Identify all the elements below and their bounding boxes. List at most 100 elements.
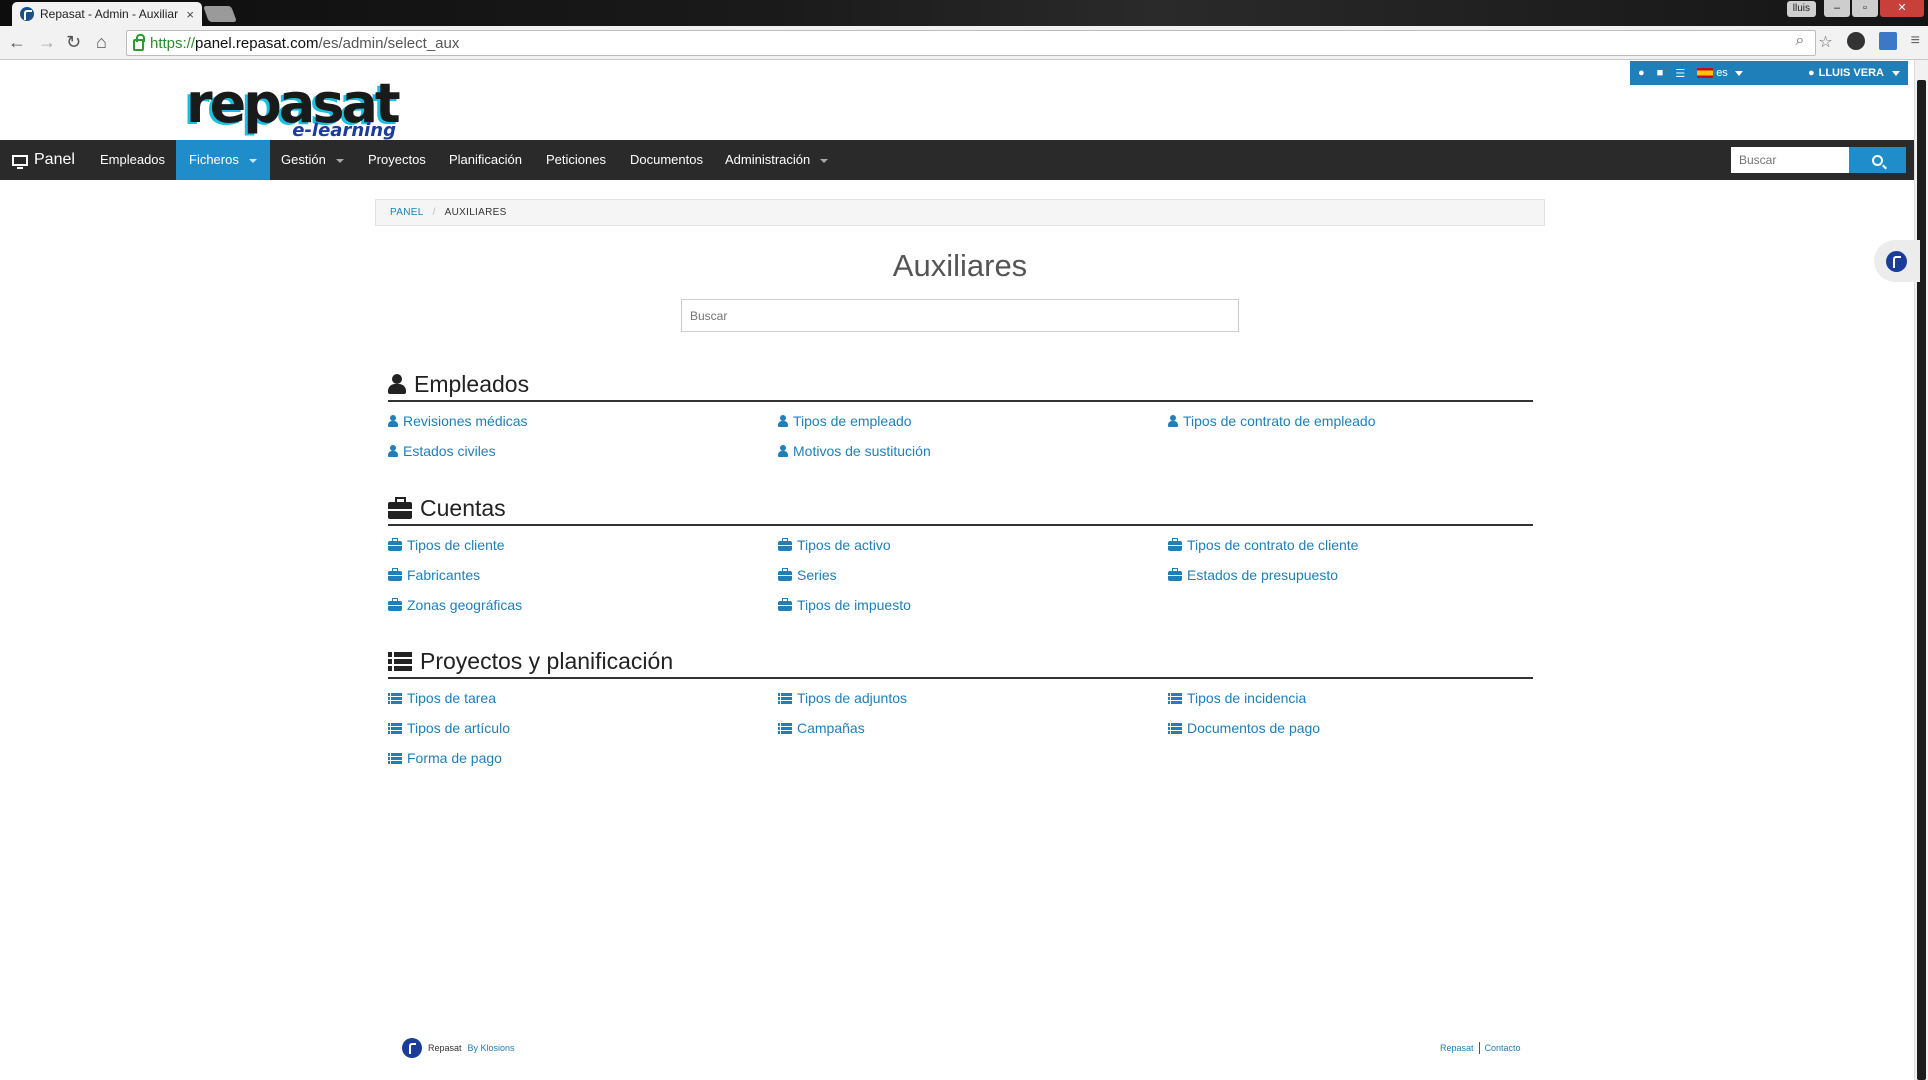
user-menu[interactable]: ● LLUIS VERA (1808, 67, 1900, 79)
tasks-icon (388, 651, 412, 671)
browser-profile-button[interactable]: lluis (1786, 1, 1816, 17)
aux-link[interactable]: Tipos de contrato de cliente (1168, 536, 1533, 554)
briefcase-icon (778, 538, 792, 551)
aux-link[interactable]: Forma de pago (388, 749, 778, 767)
breadcrumb: PANEL / AUXILIARES (375, 199, 1545, 226)
briefcase-icon[interactable]: ■ (1657, 67, 1664, 79)
page-title: Auxiliares (892, 248, 1028, 283)
filter-search-input[interactable] (681, 299, 1239, 332)
aux-link[interactable]: Estados civiles (388, 442, 778, 460)
aux-link[interactable]: Documentos de pago (1168, 719, 1533, 737)
nav-item-gestion[interactable]: Gestión (268, 140, 357, 180)
forward-arrow-icon[interactable]: → (38, 32, 56, 53)
close-window-icon[interactable]: ✕ (1880, 0, 1924, 17)
chevron-down-icon (248, 158, 257, 163)
scrollbar-thumb[interactable] (1917, 80, 1926, 1080)
tab-close-icon[interactable]: × (186, 7, 194, 22)
nav-item-administracion[interactable]: Administración (712, 140, 841, 180)
nav-search-input[interactable] (1731, 147, 1849, 173)
briefcase-icon (388, 598, 402, 611)
nav-item-documentos[interactable]: Documentos (617, 140, 716, 180)
footer-by-link[interactable]: By Klosions (468, 1043, 515, 1053)
aux-link[interactable]: Series (778, 566, 1168, 584)
nav-item-ficheros[interactable]: Ficheros (176, 140, 270, 180)
footer-link-contacto[interactable]: Contacto (1485, 1043, 1521, 1053)
user-icon (388, 374, 406, 394)
nav-item-empleados[interactable]: Empleados (87, 140, 178, 180)
browser-actions: ⌕ ☆ ≡ (1795, 32, 1920, 52)
bookmark-star-icon[interactable]: ☆ (1818, 32, 1832, 52)
footer-link-repasat[interactable]: Repasat (1440, 1043, 1474, 1053)
browser-titlebar: Repasat - Admin - Auxiliar × lluis – ▫ ✕ (0, 0, 1928, 26)
aux-link[interactable]: Tipos de incidencia (1168, 689, 1533, 707)
section-heading: Empleados (388, 370, 1533, 402)
chevron-down-icon (335, 158, 344, 163)
user-name: LLUIS VERA (1818, 67, 1884, 79)
language-selector[interactable]: es (1697, 67, 1743, 79)
section-proyectos-planificacion: Proyectos y planificación Tipos de tarea… (388, 647, 1533, 767)
search-icon (1872, 154, 1883, 166)
extension-icon[interactable] (1846, 32, 1865, 50)
tasks-icon (388, 722, 402, 734)
aux-link[interactable]: Tipos de tarea (388, 689, 778, 707)
reload-icon[interactable]: ↻ (66, 32, 81, 53)
spain-flag-icon (1697, 68, 1714, 78)
extension-blue-icon[interactable] (1878, 32, 1897, 50)
maximize-icon[interactable]: ▫ (1852, 0, 1878, 17)
address-bar[interactable]: https:// panel.repasat.com /es/admin/sel… (126, 30, 1816, 56)
menu-hamburger-icon[interactable]: ≡ (1911, 32, 1920, 52)
repasat-logo-icon (1886, 250, 1907, 272)
section-title: Cuentas (420, 494, 506, 521)
user-icon[interactable]: ● (1638, 67, 1645, 79)
window-controls: lluis – ▫ ✕ (1786, 0, 1924, 17)
aux-link[interactable]: Fabricantes (388, 566, 778, 584)
aux-link[interactable]: Campañas (778, 719, 1168, 737)
chevron-down-icon (820, 158, 829, 163)
section-heading: Cuentas (388, 494, 1533, 526)
section-title: Empleados (414, 370, 530, 397)
tasks-icon (778, 722, 792, 734)
chevron-down-icon (1892, 70, 1900, 76)
list-icon[interactable]: ☰ (1675, 67, 1685, 80)
aux-link[interactable]: Revisiones médicas (388, 412, 778, 430)
logo-tagline: e-learning (292, 120, 396, 141)
back-arrow-icon[interactable]: ← (8, 32, 26, 53)
browser-tab[interactable]: Repasat - Admin - Auxiliar × (12, 2, 202, 26)
user-icon (778, 445, 788, 457)
page-scrollbar[interactable] (1914, 60, 1928, 1080)
aux-link[interactable]: Tipos de adjuntos (778, 689, 1168, 707)
zoom-icon[interactable]: ⌕ (1795, 32, 1804, 52)
support-widget[interactable] (1874, 240, 1920, 282)
aux-link[interactable]: Tipos de empleado (778, 412, 1168, 430)
footer-links: Repasat Contacto (1440, 1042, 1521, 1054)
aux-link[interactable]: Tipos de cliente (388, 536, 778, 554)
user-icon (778, 415, 788, 427)
tasks-icon (778, 692, 792, 704)
aux-link[interactable]: Tipos de artículo (388, 719, 778, 737)
tab-title: Repasat - Admin - Auxiliar (40, 7, 179, 21)
repasat-logo[interactable]: repasat e-learning (186, 76, 401, 141)
home-icon[interactable]: ⌂ (96, 32, 107, 53)
briefcase-icon (388, 568, 402, 581)
aux-link[interactable]: Zonas geográficas (388, 596, 778, 614)
aux-link[interactable]: Tipos de activo (778, 536, 1168, 554)
aux-link[interactable]: Motivos de sustitución (778, 442, 1168, 460)
nav-search-button[interactable] (1849, 147, 1906, 173)
nav-item-proyectos[interactable]: Proyectos (355, 140, 439, 180)
nav-item-peticiones[interactable]: Peticiones (533, 140, 619, 180)
briefcase-icon (1168, 538, 1182, 551)
aux-link[interactable]: Tipos de impuesto (778, 596, 1168, 614)
aux-link[interactable]: Estados de presupuesto (1168, 566, 1533, 584)
nav-brand-panel[interactable]: Panel (12, 140, 75, 180)
briefcase-icon (388, 538, 402, 551)
new-tab-button[interactable] (203, 6, 237, 22)
browser-toolbar: ← → ↻ ⌂ https:// panel.repasat.com /es/a… (0, 26, 1928, 60)
url-host: panel.repasat.com (195, 34, 319, 52)
minimize-icon[interactable]: – (1824, 0, 1850, 17)
breadcrumb-panel-link[interactable]: PANEL (390, 207, 424, 218)
aux-link[interactable]: Tipos de contrato de empleado (1168, 412, 1533, 430)
nav-brand-label: Panel (34, 151, 75, 168)
briefcase-icon (388, 496, 412, 519)
breadcrumb-current: AUXILIARES (444, 207, 507, 218)
nav-item-planificacion[interactable]: Planificación (436, 140, 535, 180)
